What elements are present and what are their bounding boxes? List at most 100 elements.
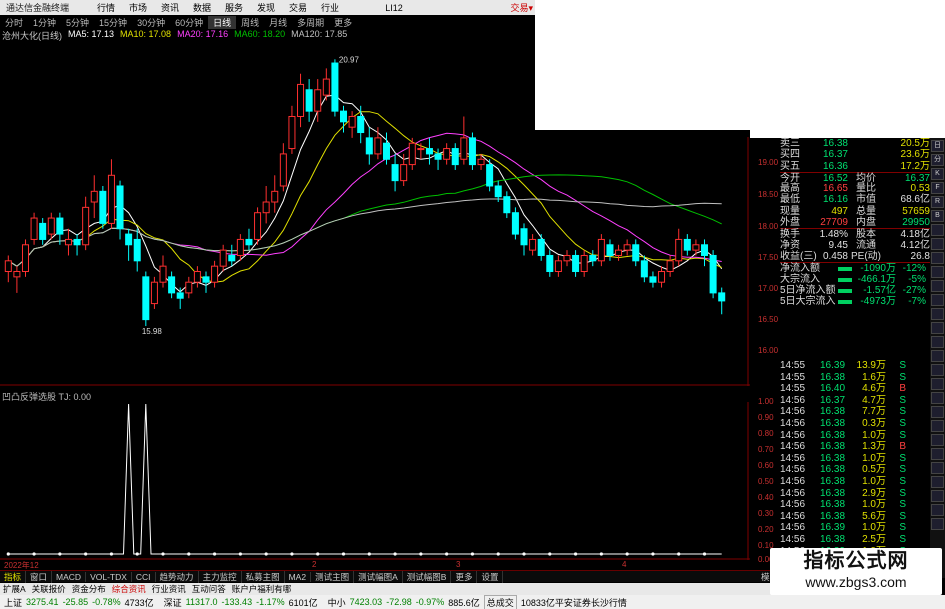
bid-price: 16.37 [822, 149, 848, 161]
indicator-tab[interactable]: 测试幅图B [403, 570, 452, 583]
sh-amount: 4733亿 [124, 597, 154, 608]
menu-item-discover[interactable]: 发现 [250, 1, 282, 14]
indicator-tab[interactable]: 趋势动力 [156, 570, 199, 583]
sub-tab[interactable]: 资金分布 [69, 583, 109, 595]
side-tab[interactable]: F [931, 182, 944, 194]
indicator-tab[interactable]: 主力监控 [199, 570, 242, 583]
sub-tab[interactable]: 互动问答 [189, 583, 229, 595]
tick-price: 16.38 [820, 452, 846, 464]
side-tab[interactable] [931, 504, 944, 516]
sub-tab[interactable]: 综合资讯 [109, 583, 149, 595]
indicator-chart[interactable] [0, 402, 750, 560]
indicator-tab[interactable]: VOL-TDX [86, 571, 132, 582]
candle-body [21, 244, 29, 273]
side-tab[interactable] [931, 308, 944, 320]
indicator-tab[interactable]: MACD [52, 571, 87, 582]
side-tab[interactable] [931, 238, 944, 250]
sub-tab[interactable]: 账户户福利有哪 [229, 583, 295, 595]
side-tab[interactable] [931, 392, 944, 404]
sz-value: 11317.0 [185, 597, 218, 607]
tick-list[interactable]: 14:55 16.39 13.9万 S 14:55 16.38 1.6万 S 14:55 16.4… [780, 360, 930, 570]
candle-body [90, 190, 98, 203]
side-tab[interactable] [931, 378, 944, 390]
side-tab[interactable] [931, 476, 944, 488]
tick-price: 16.38 [820, 429, 846, 441]
menu-item-data[interactable]: 数据 [186, 1, 218, 14]
candlestick-chart[interactable]: 20.97 15.98 [0, 41, 750, 386]
period-60min[interactable]: 60分钟 [170, 16, 208, 29]
indicator-tab[interactable]: 窗口 [26, 570, 53, 583]
period-multi[interactable]: 多周期 [292, 16, 329, 29]
side-tab[interactable] [931, 420, 944, 432]
period-5min[interactable]: 5分钟 [61, 16, 94, 29]
stat-label: 最高 [780, 183, 800, 195]
menu-item-li12[interactable]: LI12 [378, 3, 410, 13]
side-tab[interactable]: 日 [931, 140, 944, 152]
side-tab[interactable] [931, 224, 944, 236]
indicator-tab[interactable]: 更多 [451, 570, 478, 583]
indicator-tab[interactable]: 测试主图 [311, 570, 355, 583]
period-30min[interactable]: 30分钟 [132, 16, 170, 29]
menu-item-trade[interactable]: 交易 [282, 1, 314, 14]
indicator-tab[interactable]: 测试幅图A [354, 570, 403, 583]
trade-dropdown[interactable]: 交易▾ [510, 1, 533, 14]
side-tab[interactable] [931, 406, 944, 418]
side-tab[interactable] [931, 364, 944, 376]
menu-item-industry[interactable]: 行业 [314, 1, 346, 14]
indicator-tab[interactable]: CCI [132, 571, 156, 582]
period-15min[interactable]: 15分钟 [94, 16, 132, 29]
period-week[interactable]: 周线 [236, 16, 264, 29]
candle-body [597, 238, 605, 262]
tick-time: 14:55 [780, 360, 806, 371]
sub-tab[interactable]: 关联报价 [29, 583, 69, 595]
stat-value: 57659 [902, 205, 930, 217]
menu-item-news[interactable]: 资讯 [154, 1, 186, 14]
side-tab[interactable]: 分 [931, 154, 944, 166]
indicator-tab[interactable]: MA2 [285, 571, 312, 582]
side-tab[interactable] [931, 294, 944, 306]
menu-item-quotes[interactable]: 行情 [90, 1, 122, 14]
indicator-tab[interactable]: 私募主图 [242, 570, 285, 583]
sub-tab[interactable]: 行业资讯 [149, 583, 189, 595]
tick-time: 14:56 [780, 499, 806, 511]
period-minute[interactable]: 分时 [0, 16, 28, 29]
period-bar: 分时 1分钟 5分钟 15分钟 30分钟 60分钟 日线 周线 月线 多周期 更… [0, 15, 535, 29]
side-tab[interactable] [931, 518, 944, 530]
ma60-label: MA60: 18.20 [234, 29, 286, 39]
sub-tab[interactable]: 扩展A [0, 583, 29, 595]
menu-item-service[interactable]: 服务 [218, 1, 250, 14]
tick-row: 14:56 16.38 1.3万 B [780, 441, 930, 453]
indicator-dot [32, 552, 36, 556]
side-tab[interactable] [931, 336, 944, 348]
period-month[interactable]: 月线 [264, 16, 292, 29]
news-ticker[interactable]: 平安证券长沙行情 [555, 596, 627, 609]
side-tab[interactable] [931, 252, 944, 264]
period-1min[interactable]: 1分钟 [28, 16, 61, 29]
period-more[interactable]: 更多 [329, 16, 357, 29]
side-tab[interactable] [931, 462, 944, 474]
side-tab[interactable] [931, 266, 944, 278]
watermark-title: 指标公式网 [803, 550, 909, 572]
indicator-tab-bar: 指标 窗口 MACD VOL-TDX CCI 趋势动力 主力监控 私募主图 MA2 测试主图 测试幅… [0, 570, 780, 583]
side-tab[interactable] [931, 448, 944, 460]
period-day[interactable]: 日线 [208, 15, 237, 29]
tick-side: S [899, 533, 906, 545]
side-tab[interactable]: R [931, 196, 944, 208]
sz-label[interactable]: 深证 [164, 596, 182, 609]
indicator-tab[interactable]: 设置 [477, 570, 504, 583]
sh-label[interactable]: 上证 [4, 596, 22, 609]
side-tab[interactable] [931, 350, 944, 362]
candle-body [271, 190, 279, 203]
menu-item-market[interactable]: 市场 [122, 1, 154, 14]
indicator-dot [238, 552, 242, 556]
side-tab[interactable] [931, 322, 944, 334]
side-tab[interactable] [931, 280, 944, 292]
stat-label: 量比 [856, 183, 876, 195]
side-tab[interactable] [931, 490, 944, 502]
indicator-tab[interactable]: 指标 [0, 570, 27, 583]
side-tab[interactable]: B [931, 210, 944, 222]
side-tab[interactable]: K [931, 168, 944, 180]
zx-label[interactable]: 中小 [328, 596, 346, 609]
flow-row: 净流入额 -1090万 -12% [780, 262, 930, 274]
side-tab[interactable] [931, 434, 944, 446]
